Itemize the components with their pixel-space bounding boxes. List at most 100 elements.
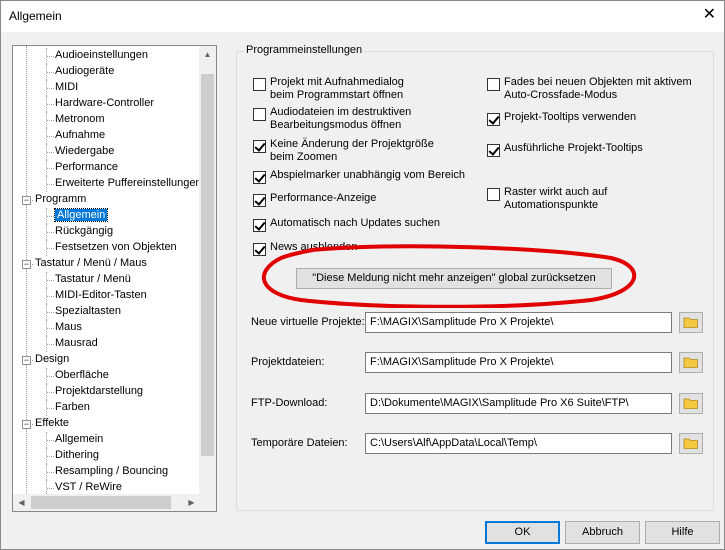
checkbox-destructive-mode[interactable]: Audiodateien im destruktiven Bearbeitungs… — [253, 106, 411, 132]
tree-connector-line — [47, 328, 54, 329]
browse-ftp-download-button[interactable] — [679, 393, 703, 414]
tree-item[interactable]: Dithering — [55, 448, 99, 464]
tree-item[interactable]: Maus — [55, 320, 82, 336]
checkbox-box[interactable] — [253, 243, 266, 256]
collapse-icon[interactable]: − — [22, 356, 31, 365]
checkbox-box[interactable] — [253, 194, 266, 207]
tree-item[interactable]: Spezialtasten — [55, 304, 121, 320]
tree-connector-line — [47, 456, 54, 457]
tree-connector-line — [47, 296, 54, 297]
tree-group-item[interactable]: Tastatur / Menü / Maus — [35, 256, 147, 272]
tree-item[interactable]: Allgemein — [55, 432, 103, 448]
label-virtual-projects: Neue virtuelle Projekte: — [251, 316, 365, 328]
checkbox-box[interactable] — [253, 171, 266, 184]
checkbox-grid-automation[interactable]: Raster wirkt auch auf Automationspunkte — [487, 186, 607, 212]
scroll-up-icon[interactable]: ▲ — [199, 46, 216, 63]
tree-horizontal-scrollbar[interactable]: ◀ ▶ — [13, 494, 200, 511]
tree-connector-line — [46, 400, 47, 416]
tree-item[interactable]: Audiogeräte — [55, 64, 114, 80]
tree-connector-line — [47, 184, 54, 185]
tree-connector-line — [47, 56, 54, 57]
checkbox-performance-display[interactable]: Performance-Anzeige — [253, 192, 376, 207]
scroll-thumb[interactable] — [201, 74, 214, 456]
cancel-button[interactable]: Abbruch — [565, 521, 640, 544]
tree-connector-line — [46, 272, 47, 288]
tree-item[interactable]: Allgemein — [53, 208, 109, 224]
scroll-right-icon[interactable]: ▶ — [183, 494, 200, 511]
browse-project-files-button[interactable] — [679, 352, 703, 373]
tree-item[interactable]: Tastatur / Menü — [55, 272, 131, 288]
tree-connector-line — [47, 344, 54, 345]
tree-item[interactable]: MIDI-Editor-Tasten — [55, 288, 147, 304]
tree-item[interactable]: Mausrad — [55, 336, 98, 352]
tree-connector-line — [47, 136, 54, 137]
tree-item[interactable]: Hardware-Controller — [55, 96, 154, 112]
checkbox-box[interactable] — [487, 144, 500, 157]
reset-messages-button[interactable]: "Diese Meldung nicht mehr anzeigen" glob… — [296, 268, 612, 289]
dialog-window: Allgemein ✕ Audioeinstellungen Audiogerät… — [0, 0, 725, 550]
tree-vertical-scrollbar[interactable]: ▲ ▼ — [199, 46, 216, 511]
settings-tree[interactable]: Audioeinstellungen Audiogeräte MIDI Hardwar… — [12, 45, 217, 512]
label-ftp-download: FTP-Download: — [251, 397, 328, 409]
checkbox-box[interactable] — [487, 113, 500, 126]
tree-connector-line — [46, 144, 47, 160]
checkbox-project-dialog[interactable]: Projekt mit Aufnahmedialog beim Programms… — [253, 76, 404, 102]
browse-temp-files-button[interactable] — [679, 433, 703, 454]
tree-connector-line — [47, 440, 54, 441]
tree-item[interactable]: Wiedergabe — [55, 144, 114, 160]
collapse-icon[interactable]: − — [22, 260, 31, 269]
collapse-icon[interactable]: − — [22, 196, 31, 205]
tree-connector-line — [46, 176, 47, 192]
tree-connector-line — [47, 72, 54, 73]
tree-group-item[interactable]: Design — [35, 352, 69, 368]
tree-item[interactable]: Rückgängig — [55, 224, 113, 240]
collapse-icon[interactable]: − — [22, 420, 31, 429]
tree-item[interactable]: Erweiterte Puffereinstellungen — [55, 176, 200, 192]
virtual-projects-path-field[interactable]: F:\MAGIX\Samplitude Pro X Projekte\ — [365, 312, 672, 333]
checkbox-fades-autocrossfade[interactable]: Fades bei neuen Objekten mit aktivem Auto… — [487, 76, 692, 102]
tree-connector-line — [46, 368, 47, 384]
tree-group-item[interactable]: Effekte — [35, 416, 69, 432]
tree-item[interactable]: Performance — [55, 160, 118, 176]
help-button[interactable]: Hilfe — [645, 521, 720, 544]
tree-item[interactable]: Metronom — [55, 112, 105, 128]
tree-item[interactable]: Festsetzen von Objekten — [55, 240, 177, 256]
checkbox-hide-news[interactable]: News ausblenden — [253, 241, 357, 256]
tree-connector-line — [46, 224, 47, 240]
tree-group-item[interactable]: Programm — [35, 192, 86, 208]
scroll-left-icon[interactable]: ◀ — [13, 494, 30, 511]
checkbox-box[interactable] — [487, 78, 500, 91]
ok-button[interactable]: OK — [485, 521, 560, 544]
scroll-thumb[interactable] — [31, 496, 171, 509]
folder-icon — [683, 317, 698, 328]
temp-files-path-field[interactable]: C:\Users\Alf\AppData\Local\Temp\ — [365, 433, 672, 454]
checkbox-box[interactable] — [253, 140, 266, 153]
tree-item[interactable]: Audioeinstellungen — [55, 48, 148, 64]
checkbox-playmarker-independent[interactable]: Abspielmarker unabhängig vom Bereich — [253, 169, 465, 184]
tree-item[interactable]: Aufnahme — [55, 128, 105, 144]
checkbox-box[interactable] — [253, 219, 266, 232]
checkbox-no-project-size-change[interactable]: Keine Änderung der Projektgröße beim Zoom… — [253, 138, 434, 164]
tree-connector-line — [47, 152, 54, 153]
ftp-download-path-field[interactable]: D:\Dokumente\MAGIX\Samplitude Pro X6 Sui… — [365, 393, 672, 414]
tree-item[interactable]: Resampling / Bouncing — [55, 464, 168, 480]
scroll-corner — [199, 494, 216, 511]
tree-item[interactable]: Projektdarstellung — [55, 384, 143, 400]
close-icon[interactable]: ✕ — [703, 7, 716, 23]
tree-item[interactable]: Farben — [55, 400, 90, 416]
title-bar: Allgemein ✕ — [1, 1, 724, 32]
tree-item[interactable]: Oberfläche — [55, 368, 109, 384]
checkbox-project-tooltips[interactable]: Projekt-Tooltips verwenden — [487, 111, 636, 126]
checkbox-box[interactable] — [253, 108, 266, 121]
tree-connector-line — [46, 320, 47, 336]
tree-connector-line — [46, 128, 47, 144]
tree-connector-line — [47, 408, 54, 409]
tree-items: Audioeinstellungen Audiogeräte MIDI Hardwar… — [13, 46, 200, 511]
checkbox-box[interactable] — [253, 78, 266, 91]
browse-virtual-projects-button[interactable] — [679, 312, 703, 333]
tree-item[interactable]: MIDI — [55, 80, 78, 96]
checkbox-detailed-tooltips[interactable]: Ausführliche Projekt-Tooltips — [487, 142, 643, 157]
project-files-path-field[interactable]: F:\MAGIX\Samplitude Pro X Projekte\ — [365, 352, 672, 373]
checkbox-box[interactable] — [487, 188, 500, 201]
checkbox-auto-updates[interactable]: Automatisch nach Updates suchen — [253, 217, 440, 232]
